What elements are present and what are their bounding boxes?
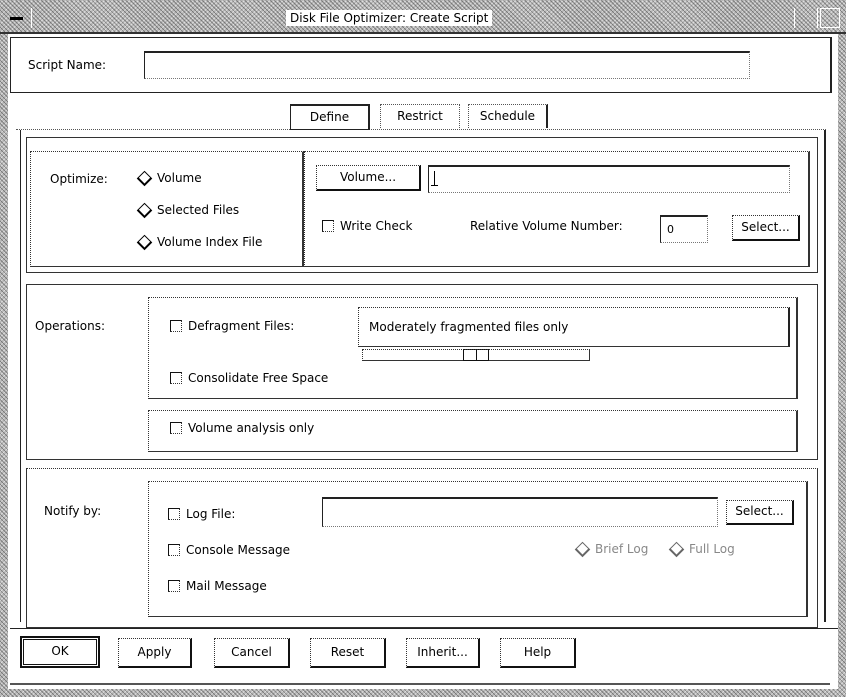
log-file-checkbox[interactable]: Log File: [168, 507, 235, 521]
tab-schedule[interactable]: Schedule [468, 104, 548, 128]
radio-diamond-icon [136, 202, 153, 218]
checkbox-icon [168, 580, 180, 592]
optimize-label: Optimize: [50, 172, 108, 186]
window-title: Disk File Optimizer: Create Script [286, 10, 493, 26]
consolidate-free-space-label: Consolidate Free Space [188, 371, 329, 385]
radio-volume[interactable]: Volume [136, 170, 202, 186]
button-bar-separator [10, 628, 838, 629]
slider-thumb-left[interactable] [463, 349, 477, 361]
checkbox-icon [168, 544, 180, 556]
console-message-label: Console Message [186, 543, 291, 557]
tab-define[interactable]: Define [290, 104, 370, 130]
radio-diamond-icon [574, 541, 591, 557]
full-log-label: Full Log [689, 542, 735, 556]
window-menu-icon [10, 17, 23, 20]
operations-label: Operations: [35, 319, 106, 333]
minimize-button[interactable] [794, 8, 818, 28]
volume-analysis-only-checkbox[interactable]: Volume analysis only [170, 421, 314, 435]
cancel-button[interactable]: Cancel [214, 638, 290, 668]
apply-button[interactable]: Apply [118, 638, 192, 668]
window-menu-button[interactable] [6, 8, 32, 28]
volume-button[interactable]: Volume... [316, 165, 421, 191]
volume-select-button[interactable]: Select... [732, 215, 800, 241]
checkbox-icon [170, 372, 182, 384]
help-button[interactable]: Help [500, 638, 576, 668]
relative-volume-input[interactable]: 0 [660, 215, 708, 243]
maximize-button[interactable] [820, 8, 840, 28]
slider-thumb-right[interactable] [476, 349, 489, 361]
radio-volume-index-file-label: Volume Index File [157, 235, 263, 249]
consolidate-free-space-checkbox[interactable]: Consolidate Free Space [170, 371, 328, 385]
mail-message-checkbox[interactable]: Mail Message [168, 579, 267, 593]
bottom-divider [10, 683, 830, 685]
text-caret-base [431, 185, 438, 186]
checkbox-icon [170, 320, 182, 332]
brief-log-label: Brief Log [595, 542, 649, 556]
relative-volume-label: Relative Volume Number: [470, 219, 623, 233]
ok-button[interactable]: OK [20, 636, 100, 668]
write-check-label: Write Check [340, 219, 413, 233]
inherit-button[interactable]: Inherit... [406, 638, 480, 668]
radio-diamond-icon [668, 541, 685, 557]
radio-volume-index-file[interactable]: Volume Index File [136, 234, 263, 250]
script-name-label: Script Name: [28, 58, 107, 72]
radio-diamond-icon [136, 234, 153, 250]
tab-restrict[interactable]: Restrict [380, 104, 460, 128]
script-name-input[interactable] [144, 51, 750, 79]
volume-input[interactable] [428, 165, 790, 193]
checkbox-icon [322, 220, 334, 232]
radio-volume-label: Volume [157, 171, 202, 185]
defragment-files-checkbox[interactable]: Defragment Files: [170, 319, 294, 333]
radio-selected-files[interactable]: Selected Files [136, 202, 240, 218]
radio-full-log[interactable]: Full Log [668, 541, 735, 557]
log-file-input[interactable] [322, 497, 718, 527]
reset-button[interactable]: Reset [310, 638, 386, 668]
text-caret [434, 171, 435, 185]
log-file-label: Log File: [186, 507, 236, 521]
checkbox-icon [168, 508, 180, 520]
notify-by-label: Notify by: [44, 504, 102, 518]
checkbox-icon [170, 422, 182, 434]
radio-selected-files-label: Selected Files [157, 203, 240, 217]
radio-diamond-icon [136, 170, 153, 186]
log-file-select-button[interactable]: Select... [726, 500, 794, 525]
console-message-checkbox[interactable]: Console Message [168, 543, 290, 557]
volume-analysis-only-label: Volume analysis only [188, 421, 315, 435]
radio-brief-log[interactable]: Brief Log [574, 541, 649, 557]
defrag-level-display: Moderately fragmented files only [358, 307, 790, 347]
mail-message-label: Mail Message [186, 579, 267, 593]
write-check-checkbox[interactable]: Write Check [322, 219, 412, 233]
defragment-files-label: Defragment Files: [188, 319, 295, 333]
